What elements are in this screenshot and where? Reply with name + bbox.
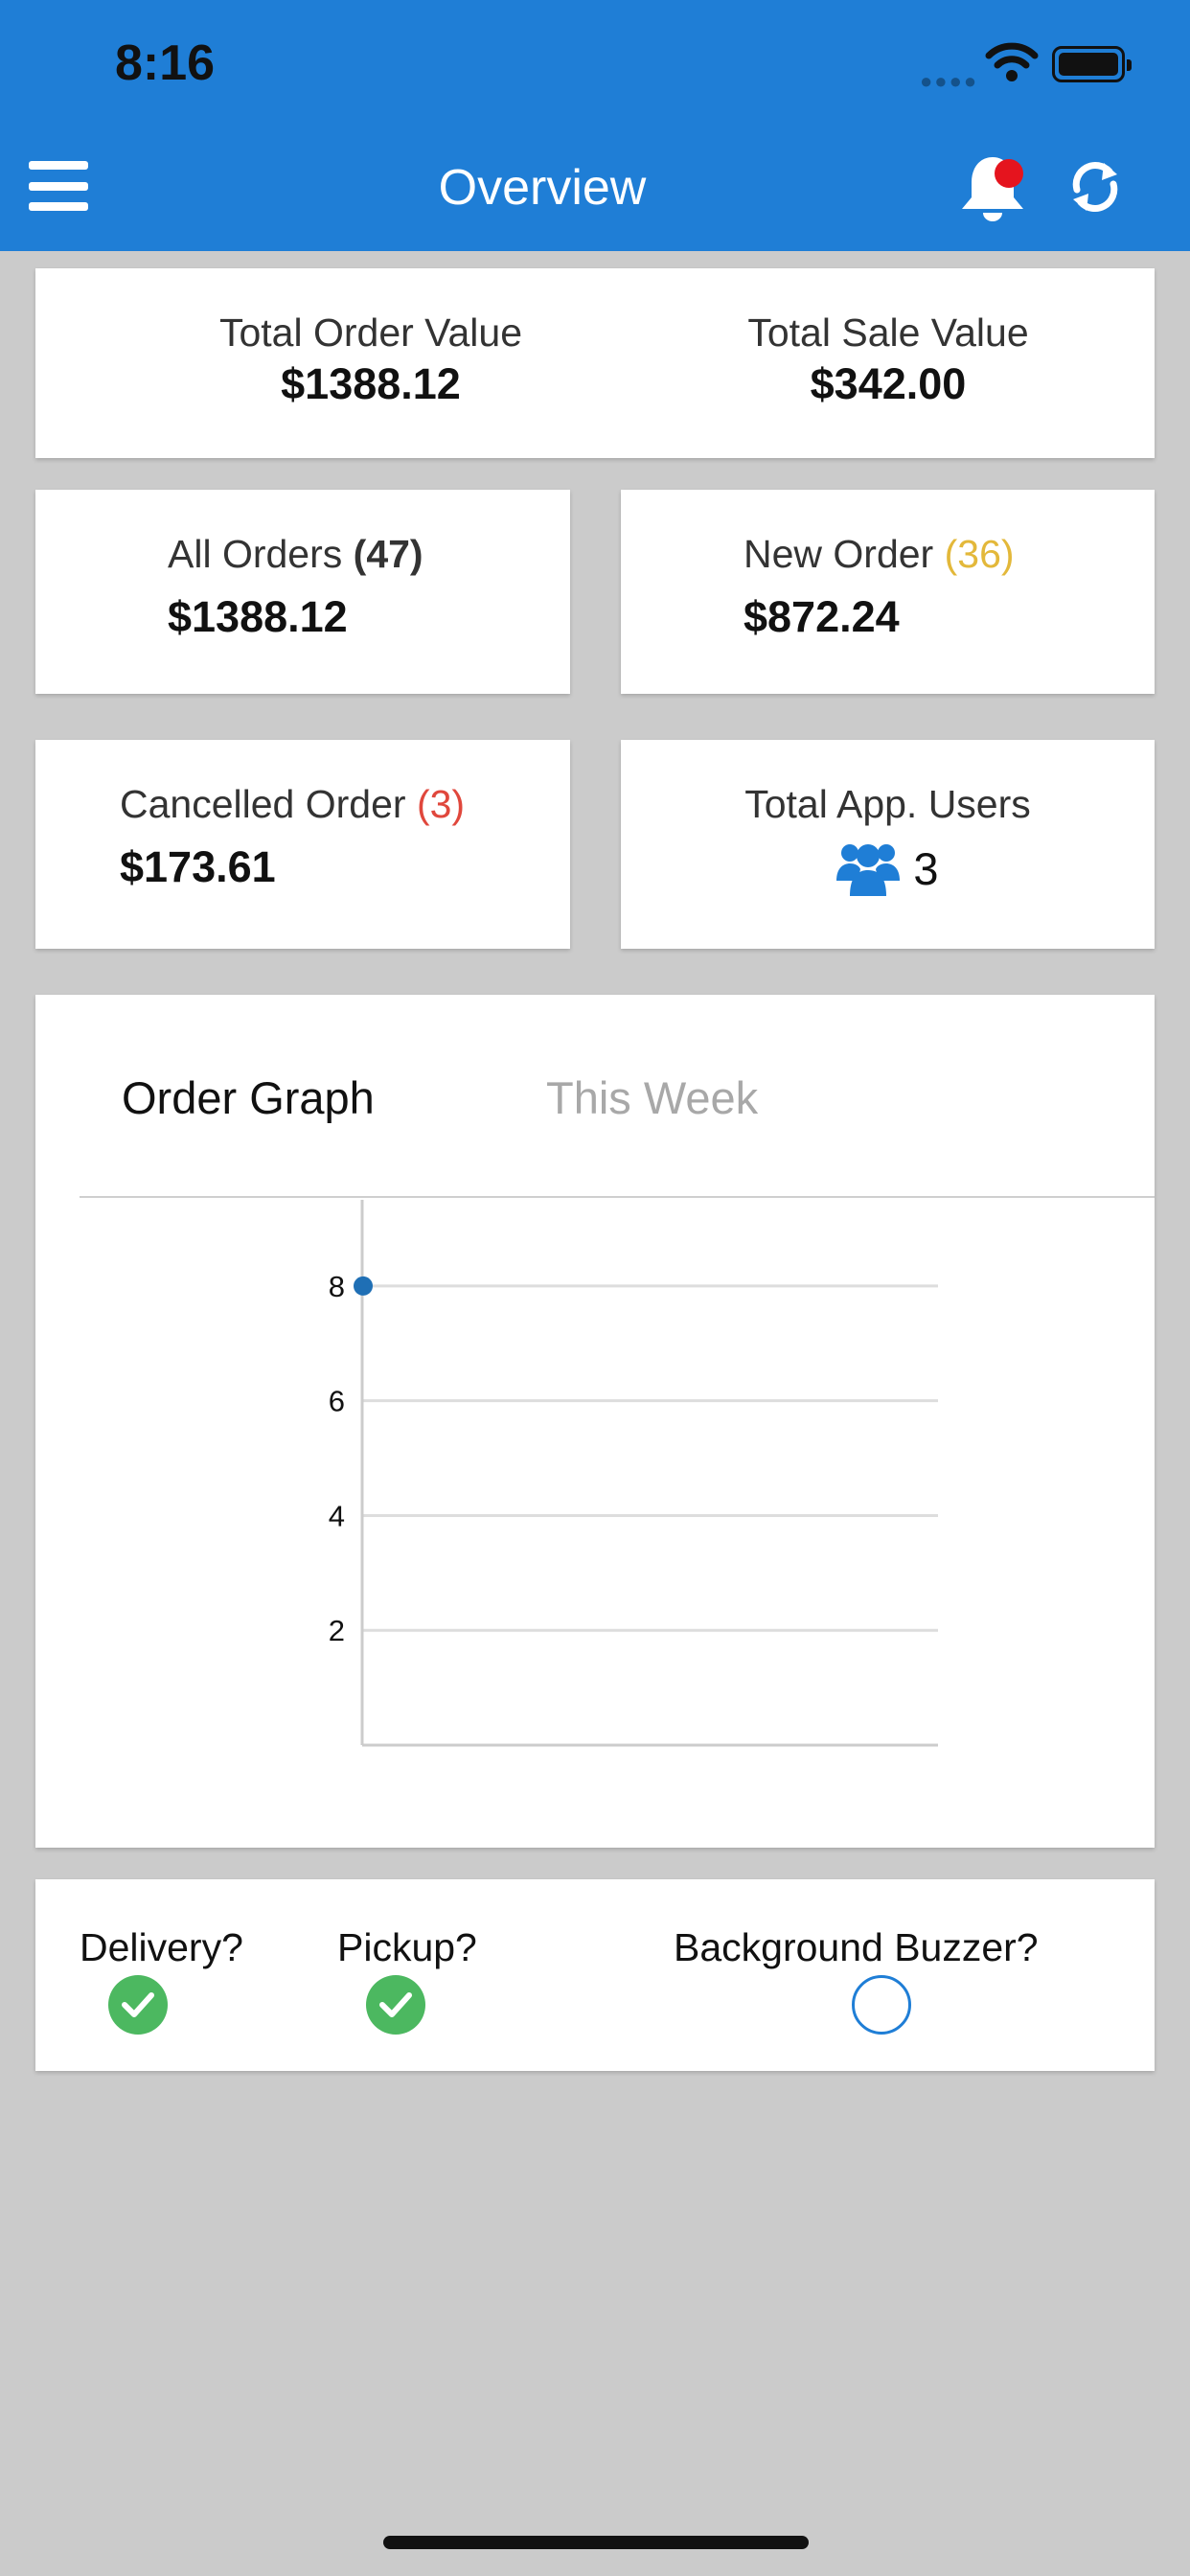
data-point — [354, 1276, 373, 1296]
users-icon — [836, 844, 901, 896]
all-orders-label: All Orders (47) — [168, 532, 423, 577]
new-order-title: New Order — [744, 532, 934, 576]
order-chart: 2 4 6 8 — [329, 1200, 938, 1747]
all-orders-title: All Orders — [168, 532, 343, 576]
status-time: 8:16 — [115, 35, 216, 91]
total-order-label: Total Order Value — [218, 310, 522, 355]
delivery-label: Delivery? — [80, 1925, 243, 1969]
delivery-checkbox[interactable] — [108, 1975, 168, 2035]
checkmark-icon — [122, 1992, 154, 2017]
all-orders-amount: $1388.12 — [168, 592, 348, 641]
refresh-button[interactable] — [1065, 157, 1125, 217]
total-sale-label: Total Sale Value — [747, 310, 1029, 355]
all-orders-count: (47) — [353, 532, 423, 576]
total-order-value: Total Order Value $1388.12 — [150, 310, 591, 409]
total-order-amount: $1388.12 — [281, 359, 461, 408]
background-buzzer-checkbox[interactable] — [852, 1975, 911, 2035]
y-tick-label: 2 — [329, 1614, 345, 1647]
app-users-card[interactable]: Total App. Users 3 — [621, 740, 1155, 949]
y-tick-label: 4 — [329, 1499, 345, 1532]
top-app-bar: 8:16 ●●●● Overview — [0, 0, 1190, 251]
pickup-label: Pickup? — [337, 1925, 477, 1969]
bell-icon — [962, 157, 1023, 221]
checkmark-icon — [379, 1992, 412, 2017]
cancelled-order-amount: $173.61 — [120, 842, 276, 891]
new-order-count: (36) — [944, 532, 1015, 576]
cancelled-order-card[interactable]: Cancelled Order (3) $173.61 — [35, 740, 570, 949]
cancelled-order-count: (3) — [416, 782, 466, 826]
cellular-signal-icon: ●●●● — [920, 69, 979, 93]
order-graph-card: Order Graph This Week 2468 — [35, 995, 1155, 1848]
y-tick-label: 6 — [329, 1385, 345, 1418]
app-users-count: 3 — [913, 842, 939, 894]
settings-toggles-card: Delivery? Pickup? Background Buzzer? — [35, 1879, 1155, 2071]
pickup-checkbox[interactable] — [366, 1975, 425, 2035]
cancelled-order-title: Cancelled Order — [120, 782, 406, 826]
new-order-label: New Order (36) — [744, 532, 1015, 577]
all-orders-card[interactable]: All Orders (47) $1388.12 — [35, 490, 570, 694]
total-sale-value: Total Sale Value $342.00 — [668, 310, 1109, 409]
wifi-icon — [985, 42, 1039, 81]
new-order-card[interactable]: New Order (36) $872.24 — [621, 490, 1155, 694]
home-indicator — [383, 2536, 809, 2549]
refresh-icon — [1072, 162, 1118, 212]
battery-icon — [1052, 46, 1132, 82]
notification-badge — [995, 159, 1023, 188]
y-tick-label: 8 — [329, 1270, 345, 1303]
page-title: Overview — [438, 160, 647, 216]
notifications-button[interactable] — [954, 150, 1031, 226]
totals-card: Total Order Value $1388.12 Total Sale Va… — [35, 268, 1155, 458]
total-sale-amount: $342.00 — [810, 359, 967, 408]
new-order-amount: $872.24 — [744, 592, 900, 641]
cancelled-order-label: Cancelled Order (3) — [120, 782, 465, 827]
app-users-label: Total App. Users — [744, 782, 1031, 826]
background-buzzer-label: Background Buzzer? — [674, 1925, 1039, 1969]
